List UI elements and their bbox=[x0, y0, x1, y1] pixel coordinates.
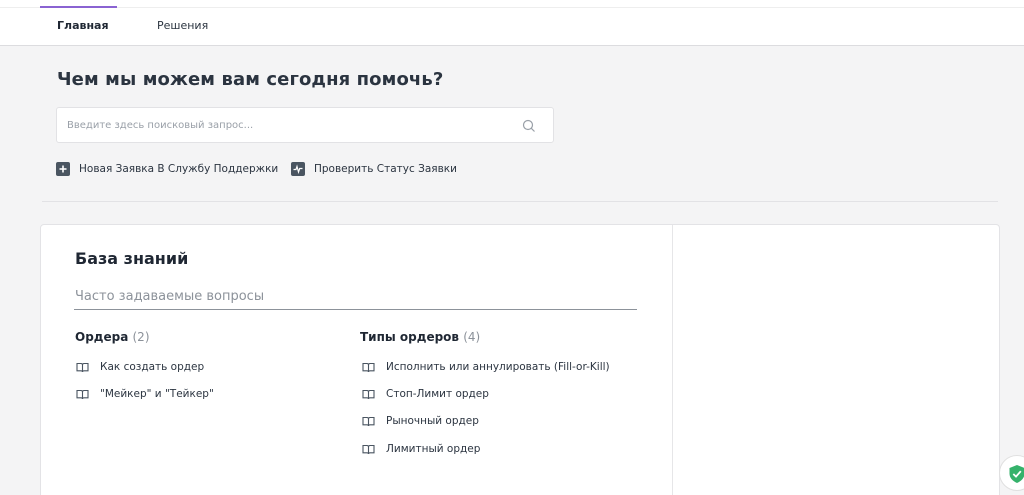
check-status-link[interactable]: Проверить Статус Заявки bbox=[291, 161, 457, 177]
article-title: Рыночный ордер bbox=[386, 415, 479, 427]
article-title: Как создать ордер bbox=[100, 361, 205, 373]
book-icon bbox=[362, 444, 375, 454]
book-icon bbox=[76, 362, 89, 372]
new-ticket-link[interactable]: Новая Заявка В Службу Поддержки bbox=[56, 161, 278, 177]
plus-square-icon bbox=[56, 162, 70, 176]
tab-home[interactable]: Главная bbox=[57, 19, 109, 33]
new-ticket-label: Новая Заявка В Службу Поддержки bbox=[79, 163, 279, 175]
top-stripe bbox=[0, 0, 1024, 8]
faq-heading[interactable]: Часто задаваемые вопросы bbox=[75, 288, 264, 306]
category-name: Типы ордеров bbox=[360, 330, 460, 344]
search-box bbox=[56, 107, 554, 143]
active-tab-indicator bbox=[40, 6, 117, 8]
search-input[interactable] bbox=[67, 117, 507, 133]
security-widget[interactable] bbox=[999, 455, 1024, 491]
category-count: (2) bbox=[132, 330, 150, 344]
category-order-types[interactable]: Типы ордеров (4) bbox=[360, 329, 480, 345]
category-count: (4) bbox=[463, 330, 481, 344]
category-orders[interactable]: Ордера (2) bbox=[75, 329, 150, 345]
tab-solutions[interactable]: Решения bbox=[157, 19, 208, 33]
article-link[interactable]: "Мейкер" и "Тейкер" bbox=[76, 387, 214, 401]
knowledge-base-title: База знаний bbox=[75, 249, 189, 268]
article-title: Лимитный ордер bbox=[386, 443, 481, 455]
article-link[interactable]: Лимитный ордер bbox=[362, 442, 480, 456]
top-navigation: Главная Решения bbox=[0, 0, 1024, 46]
article-title: Исполнить или аннулировать (Fill-or-Kill… bbox=[386, 361, 610, 373]
search-icon[interactable] bbox=[522, 118, 536, 137]
article-link[interactable]: Рыночный ордер bbox=[362, 414, 479, 428]
book-icon bbox=[362, 362, 375, 372]
book-icon bbox=[362, 416, 375, 426]
article-title: "Мейкер" и "Тейкер" bbox=[100, 388, 214, 400]
hero-title: Чем мы можем вам сегодня помочь? bbox=[57, 69, 444, 90]
book-icon bbox=[362, 389, 375, 399]
book-icon bbox=[76, 389, 89, 399]
article-link[interactable]: Стоп-Лимит ордер bbox=[362, 387, 489, 401]
card-split bbox=[672, 225, 673, 495]
pulse-square-icon bbox=[291, 162, 305, 176]
article-link[interactable]: Как создать ордер bbox=[76, 360, 204, 374]
faq-underline bbox=[74, 309, 637, 310]
article-title: Стоп-Лимит ордер bbox=[386, 388, 489, 400]
shield-check-icon bbox=[1009, 465, 1024, 483]
check-status-label: Проверить Статус Заявки bbox=[314, 163, 457, 175]
article-link[interactable]: Исполнить или аннулировать (Fill-or-Kill… bbox=[362, 360, 610, 374]
section-divider bbox=[42, 201, 998, 202]
category-name: Ордера bbox=[75, 330, 129, 344]
